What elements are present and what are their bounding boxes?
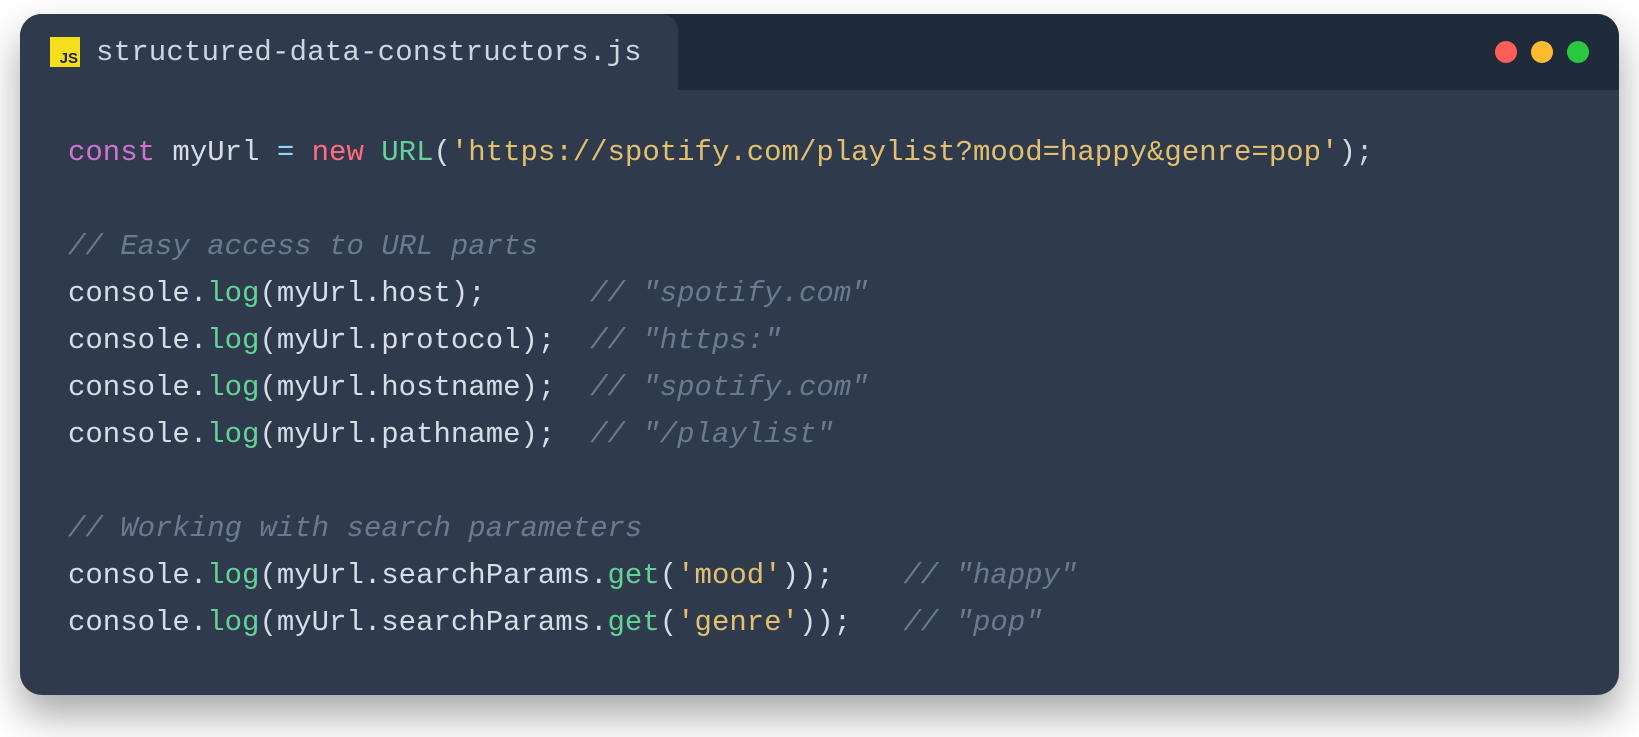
method-log: log [207,324,259,357]
code-block: const myUrl = new URL('https://spotify.c… [68,130,1571,647]
comment-inline: // "spotify.com" [590,371,868,404]
editor-area[interactable]: const myUrl = new URL('https://spotify.c… [20,90,1619,695]
string-literal: 'mood' [677,559,781,592]
comment-line: // Easy access to URL parts [68,230,538,263]
string-literal: 'genre' [677,606,799,639]
minimize-icon[interactable] [1531,41,1553,63]
comment-inline: // "https:" [590,324,781,357]
code-text: (myUrl.pathname); [259,418,555,451]
comment-inline: // "pop" [903,606,1042,639]
pad [486,277,590,310]
code-text: console. [68,559,207,592]
code-text: (myUrl.protocol); [259,324,555,357]
type-url: URL [381,136,433,169]
method-log: log [207,371,259,404]
string-literal: 'https://spotify.com/playlist?mood=happy… [451,136,1339,169]
paren-close: ) [1338,136,1355,169]
pad [555,418,590,451]
pad [555,371,590,404]
comment-line: // Working with search parameters [68,512,642,545]
pad [834,559,904,592]
maximize-icon[interactable] [1567,41,1589,63]
keyword-new: new [312,136,364,169]
code-text: console. [68,418,207,451]
code-text: )); [799,606,851,639]
comment-inline: // "happy" [903,559,1077,592]
comment-inline: // "/playlist" [590,418,834,451]
code-text: (myUrl.hostname); [259,371,555,404]
code-text: console. [68,606,207,639]
code-text: console. [68,277,207,310]
tab-filename: structured-data-constructors.js [96,36,642,69]
paren: ( [660,559,677,592]
comment-inline: // "spotify.com" [590,277,868,310]
identifier: myUrl [172,136,259,169]
operator-eq: = [277,136,294,169]
paren: ( [660,606,677,639]
code-text: console. [68,371,207,404]
method-get: get [608,559,660,592]
semicolon: ; [1356,136,1373,169]
code-text: (myUrl.searchParams. [259,559,607,592]
method-log: log [207,559,259,592]
method-log: log [207,606,259,639]
window-controls [1495,41,1589,63]
code-text: )); [782,559,834,592]
js-badge-text: JS [60,51,78,66]
method-log: log [207,418,259,451]
close-icon[interactable] [1495,41,1517,63]
pad [851,606,903,639]
code-text: (myUrl.searchParams. [259,606,607,639]
code-text: console. [68,324,207,357]
js-file-icon: JS [50,37,80,67]
method-log: log [207,277,259,310]
code-window: JS structured-data-constructors.js const… [20,14,1619,695]
pad [555,324,590,357]
paren-open: ( [434,136,451,169]
method-get: get [608,606,660,639]
titlebar: JS structured-data-constructors.js [20,14,1619,90]
keyword-const: const [68,136,155,169]
code-text: (myUrl.host); [259,277,485,310]
file-tab[interactable]: JS structured-data-constructors.js [20,14,678,90]
